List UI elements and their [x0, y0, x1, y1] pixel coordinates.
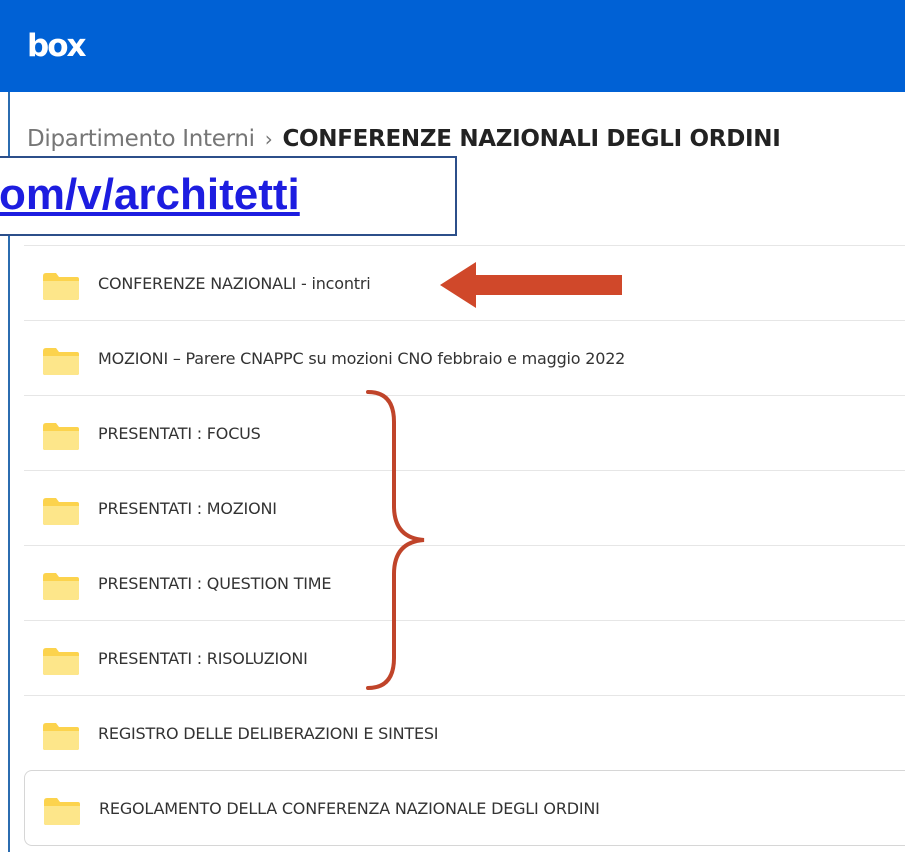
- breadcrumb: Dipartimento Interni › CONFERENZE NAZIONAL…: [27, 126, 781, 152]
- folder-icon: [43, 723, 79, 750]
- folder-name[interactable]: PRESENTATI : MOZIONI: [98, 499, 277, 518]
- folder-name[interactable]: MOZIONI – Parere CNAPPC su mozioni CNO f…: [98, 349, 625, 368]
- breadcrumb-parent[interactable]: Dipartimento Interni: [27, 126, 255, 152]
- box-logo[interactable]: box: [27, 28, 87, 64]
- folder-name[interactable]: PRESENTATI : FOCUS: [98, 424, 261, 443]
- breadcrumb-current: CONFERENZE NAZIONALI DEGLI ORDINI: [282, 126, 781, 152]
- folder-name[interactable]: PRESENTATI : QUESTION TIME: [98, 574, 332, 593]
- folder-row[interactable]: PRESENTATI : RISOLUZIONI: [24, 620, 905, 695]
- breadcrumb-separator: ›: [264, 127, 273, 151]
- folder-row-hovered[interactable]: REGOLAMENTO DELLA CONFERENZA NAZIONALE D…: [24, 770, 905, 846]
- folder-icon: [43, 573, 79, 600]
- url-overlay-box: om/v/architetti: [0, 156, 457, 236]
- arrow-annotation-icon: [440, 262, 622, 308]
- app-header: box: [0, 0, 905, 92]
- folder-list: CONFERENZE NAZIONALI - incontri MOZIONI …: [24, 245, 905, 846]
- folder-row[interactable]: REGISTRO DELLE DELIBERAZIONI E SINTESI: [24, 695, 905, 770]
- folder-icon: [43, 423, 79, 450]
- curly-brace-annotation-icon: [366, 390, 425, 690]
- url-link[interactable]: om/v/architetti: [0, 170, 300, 220]
- folder-icon: [43, 498, 79, 525]
- folder-row[interactable]: PRESENTATI : MOZIONI: [24, 470, 905, 545]
- folder-row[interactable]: PRESENTATI : QUESTION TIME: [24, 545, 905, 620]
- folder-name[interactable]: PRESENTATI : RISOLUZIONI: [98, 649, 308, 668]
- folder-row[interactable]: MOZIONI – Parere CNAPPC su mozioni CNO f…: [24, 320, 905, 395]
- folder-row[interactable]: PRESENTATI : FOCUS: [24, 395, 905, 470]
- folder-name[interactable]: REGISTRO DELLE DELIBERAZIONI E SINTESI: [98, 724, 439, 743]
- folder-name[interactable]: CONFERENZE NAZIONALI - incontri: [98, 274, 371, 293]
- folder-icon: [43, 648, 79, 675]
- folder-icon: [43, 348, 79, 375]
- folder-icon: [44, 798, 80, 825]
- folder-icon: [43, 273, 79, 300]
- folder-name[interactable]: REGOLAMENTO DELLA CONFERENZA NAZIONALE D…: [99, 799, 600, 818]
